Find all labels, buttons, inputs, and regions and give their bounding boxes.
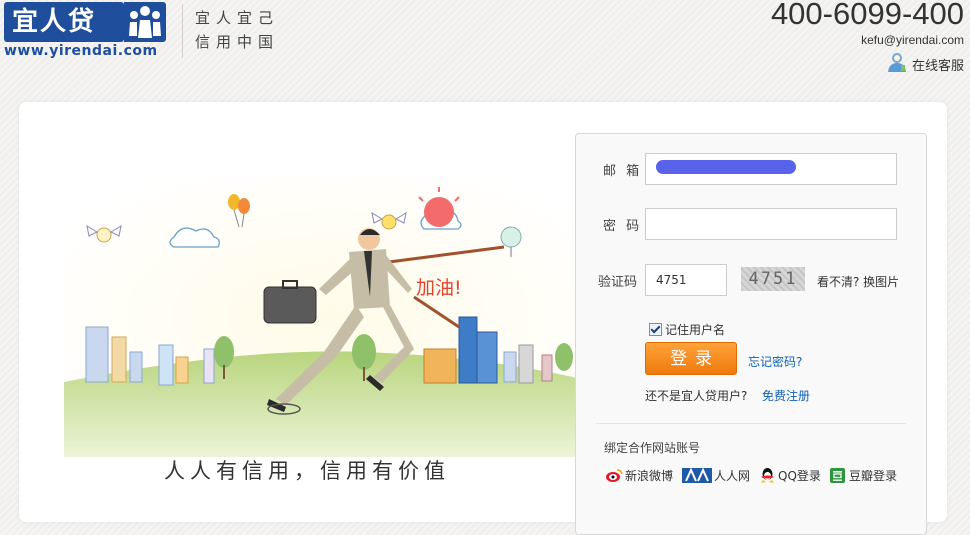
weibo-icon bbox=[606, 468, 623, 483]
douban-icon bbox=[829, 468, 847, 483]
captcha-image[interactable]: 4751 bbox=[741, 267, 805, 291]
slogan-line-1: 宜人宜己 bbox=[195, 9, 280, 27]
captcha-label: 验证码 bbox=[598, 275, 638, 290]
password-label: 密 码 bbox=[603, 219, 643, 234]
password-input[interactable] bbox=[645, 208, 897, 240]
remember-me[interactable]: 记住用户名 bbox=[649, 321, 725, 338]
social-logins: 新浪微博 人人网 QQ登录 豆瓣登录 bbox=[606, 467, 897, 484]
main-card: 加油! 人人有信用，信用有价值 邮 箱 密 码 验证码 4751 4751 看不… bbox=[19, 102, 947, 535]
slogan-line-2: 信用中国 bbox=[195, 33, 280, 51]
renren-icon bbox=[682, 467, 713, 483]
cheer-bubble: 加油! bbox=[416, 277, 462, 299]
support-email[interactable]: kefu@yirendai.com bbox=[861, 33, 964, 47]
logo-url: www.yirendai.com bbox=[4, 43, 158, 59]
logo-wordmark: 宜人贷 bbox=[4, 2, 124, 42]
qq-icon bbox=[759, 468, 776, 483]
refresh-captcha-link[interactable]: 看不清? 换图片 bbox=[817, 273, 899, 290]
login-panel: 邮 箱 密 码 验证码 4751 4751 看不清? 换图片 记住用户名 登录 … bbox=[575, 133, 927, 535]
no-account-text: 还不是宜人贷用户? bbox=[645, 389, 748, 403]
register-link[interactable]: 免费注册 bbox=[762, 387, 810, 404]
renren-login[interactable]: 人人网 bbox=[682, 467, 750, 484]
remember-label: 记住用户名 bbox=[665, 323, 726, 337]
email-label: 邮 箱 bbox=[603, 164, 643, 179]
qq-login[interactable]: QQ登录 bbox=[759, 467, 821, 484]
header-divider bbox=[182, 4, 183, 58]
remember-checkbox[interactable] bbox=[649, 323, 662, 336]
qq-label: QQ登录 bbox=[778, 469, 821, 483]
forgot-password-link[interactable]: 忘记密码? bbox=[748, 353, 802, 370]
renren-label: 人人网 bbox=[714, 469, 751, 483]
customer-service-icon bbox=[887, 51, 909, 77]
captcha-input[interactable]: 4751 bbox=[645, 264, 727, 296]
email-input[interactable] bbox=[645, 153, 897, 185]
bind-accounts-title: 绑定合作网站账号 bbox=[604, 441, 701, 455]
online-service-label: 在线客服 bbox=[911, 58, 964, 74]
douban-login[interactable]: 豆瓣登录 bbox=[829, 467, 897, 484]
weibo-login[interactable]: 新浪微博 bbox=[606, 467, 673, 484]
slogan: 宜人宜己 信用中国 bbox=[195, 6, 295, 54]
email-redaction-scribble bbox=[656, 160, 796, 174]
weibo-label: 新浪微博 bbox=[625, 469, 674, 483]
douban-label: 豆瓣登录 bbox=[848, 469, 897, 483]
site-logo[interactable]: 宜人贷 www.yirendai.com bbox=[4, 2, 166, 62]
panel-divider bbox=[596, 423, 906, 424]
hero-tagline: 人人有信用，信用有价值 bbox=[164, 459, 450, 483]
hotline-phone: 400-6099-400 bbox=[770, 0, 964, 31]
logo-emblem-icon bbox=[124, 2, 166, 42]
hero-illustration: 加油! bbox=[64, 177, 594, 497]
login-button[interactable]: 登录 bbox=[645, 342, 737, 375]
online-service-link[interactable]: 在线客服 bbox=[887, 52, 964, 76]
